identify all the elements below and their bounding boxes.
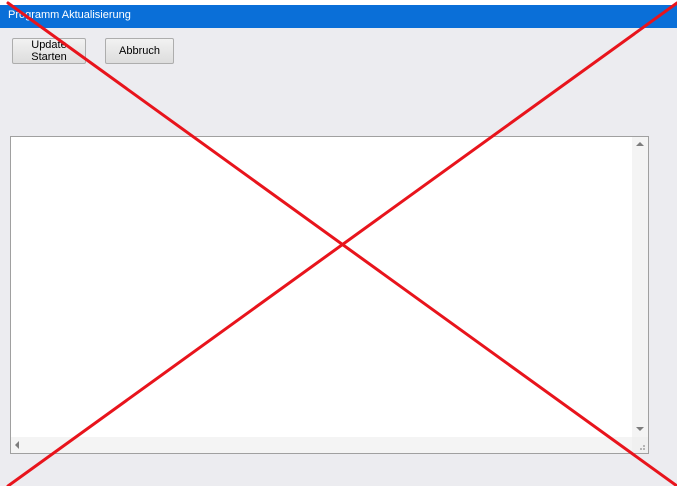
vertical-scrollbar[interactable] [632,137,648,437]
update-window: Programm Aktualisierung Update Starten A… [0,5,677,486]
cancel-button[interactable]: Abbruch [105,38,174,64]
resize-grip-icon [640,445,645,450]
title-bar[interactable]: Programm Aktualisierung [0,5,677,28]
resize-corner[interactable] [632,437,648,453]
window-title: Programm Aktualisierung [8,9,131,21]
scroll-down-arrow-icon[interactable] [636,427,644,431]
horizontal-scrollbar[interactable] [11,437,632,453]
scroll-left-arrow-icon[interactable] [15,441,19,449]
start-update-button[interactable]: Update Starten [12,38,86,64]
log-textbox[interactable] [10,136,649,454]
scroll-up-arrow-icon[interactable] [636,142,644,146]
